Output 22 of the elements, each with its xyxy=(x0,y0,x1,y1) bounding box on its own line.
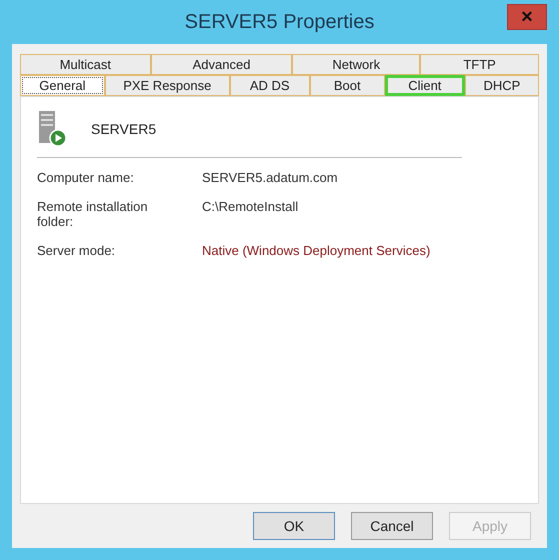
server-name: SERVER5 xyxy=(91,121,156,137)
dialog-button[interactable]: OK xyxy=(253,512,335,540)
tab[interactable]: Boot xyxy=(310,75,385,96)
tab[interactable]: PXE Response xyxy=(104,75,230,96)
close-button[interactable]: × xyxy=(507,4,547,30)
property-value: SERVER5.adatum.com xyxy=(202,170,339,185)
dialog-button[interactable]: Cancel xyxy=(351,512,433,540)
property-label: Computer name: xyxy=(37,170,135,185)
tab[interactable]: Multicast xyxy=(20,54,151,75)
tab[interactable]: TFTP xyxy=(420,54,539,75)
tab[interactable]: DHCP xyxy=(464,75,539,96)
property-value: Native (Windows Deployment Services) xyxy=(202,243,432,258)
tab[interactable]: Network xyxy=(292,54,420,75)
tab[interactable]: Advanced xyxy=(150,54,292,75)
window-title: SERVER5 Properties xyxy=(184,10,374,34)
server-icon xyxy=(37,111,67,147)
tab[interactable]: General xyxy=(20,75,105,96)
tab[interactable]: AD DS xyxy=(230,75,310,96)
tab[interactable]: Client xyxy=(384,75,465,96)
property-label: Server mode: xyxy=(37,243,116,258)
property-label: Remote installation folder: xyxy=(37,199,149,229)
property-value: C:\RemoteInstall xyxy=(202,199,300,216)
